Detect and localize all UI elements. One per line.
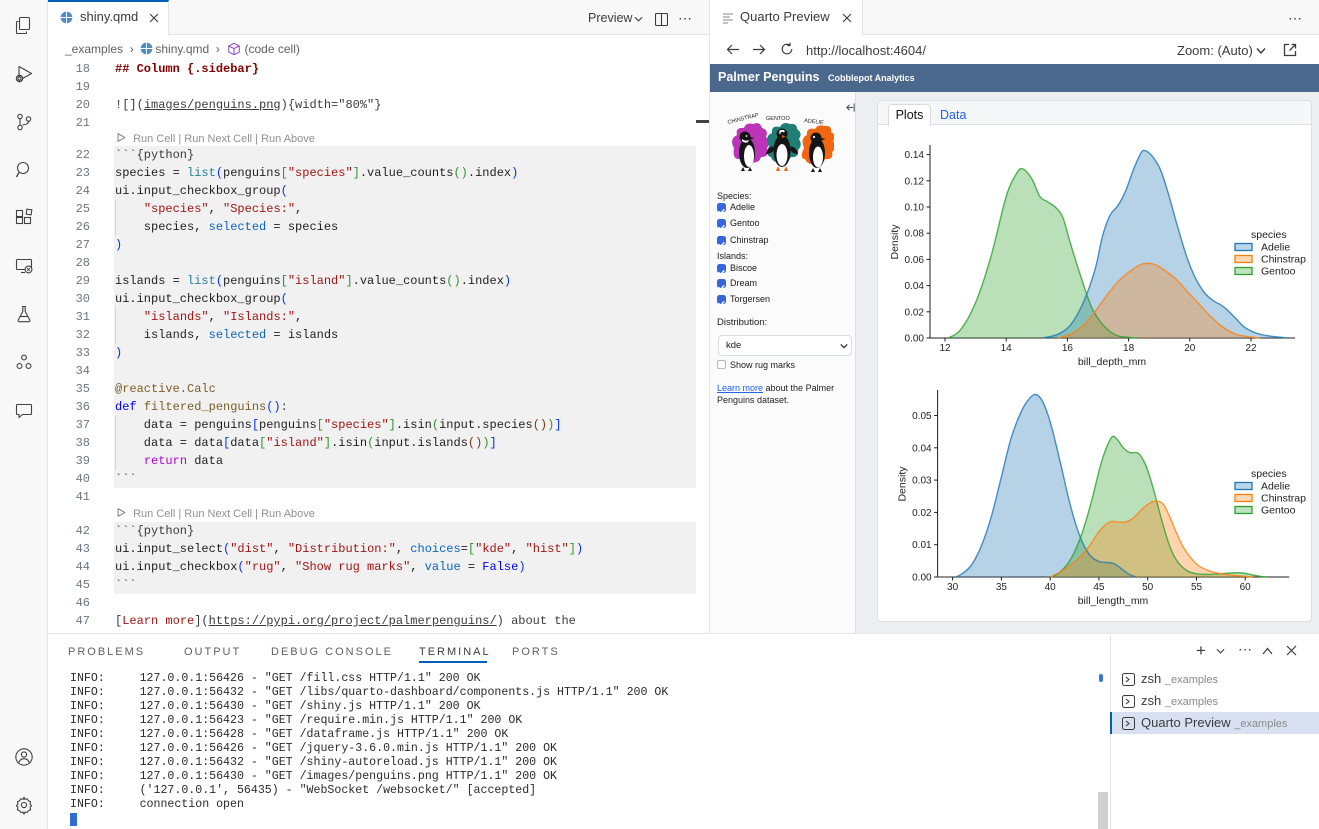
svg-text:0.02: 0.02 <box>912 508 932 519</box>
svg-text:Density: Density <box>897 466 909 502</box>
svg-text:60: 60 <box>1240 582 1252 593</box>
svg-text:Chinstrap: Chinstrap <box>1261 254 1306 266</box>
svg-text:22: 22 <box>1245 343 1257 354</box>
svg-text:40: 40 <box>1045 582 1057 593</box>
svg-text:Gentoo: Gentoo <box>1261 266 1296 278</box>
svg-text:18: 18 <box>1123 343 1135 354</box>
svg-text:0.04: 0.04 <box>912 443 932 454</box>
svg-text:0.02: 0.02 <box>905 307 925 318</box>
svg-text:bill_depth_mm: bill_depth_mm <box>1078 356 1147 368</box>
svg-text:species: species <box>1251 468 1287 480</box>
svg-text:0.06: 0.06 <box>905 255 925 266</box>
svg-text:20: 20 <box>1184 343 1196 354</box>
svg-text:Adelie: Adelie <box>1261 481 1290 493</box>
svg-text:45: 45 <box>1093 582 1105 593</box>
svg-text:30: 30 <box>947 582 959 593</box>
svg-text:0.01: 0.01 <box>912 540 932 551</box>
svg-text:35: 35 <box>996 582 1008 593</box>
svg-text:55: 55 <box>1191 582 1203 593</box>
svg-text:16: 16 <box>1062 343 1074 354</box>
svg-text:Density: Density <box>889 224 901 260</box>
svg-text:bill_length_mm: bill_length_mm <box>1078 595 1149 607</box>
svg-text:0.03: 0.03 <box>912 476 932 487</box>
svg-text:0.10: 0.10 <box>905 203 925 214</box>
svg-text:0.00: 0.00 <box>912 573 932 584</box>
svg-text:Chinstrap: Chinstrap <box>1261 493 1306 505</box>
svg-text:0.14: 0.14 <box>905 150 925 161</box>
svg-text:Gentoo: Gentoo <box>1261 505 1296 517</box>
svg-text:0.00: 0.00 <box>905 334 925 345</box>
svg-text:12: 12 <box>939 343 951 354</box>
svg-text:0.08: 0.08 <box>905 229 925 240</box>
svg-text:14: 14 <box>1001 343 1013 354</box>
svg-text:0.12: 0.12 <box>905 176 925 187</box>
svg-text:0.05: 0.05 <box>912 411 932 422</box>
svg-text:Adelie: Adelie <box>1261 242 1290 254</box>
svg-text:species: species <box>1251 229 1287 241</box>
svg-text:50: 50 <box>1142 582 1154 593</box>
svg-text:0.04: 0.04 <box>905 281 925 292</box>
